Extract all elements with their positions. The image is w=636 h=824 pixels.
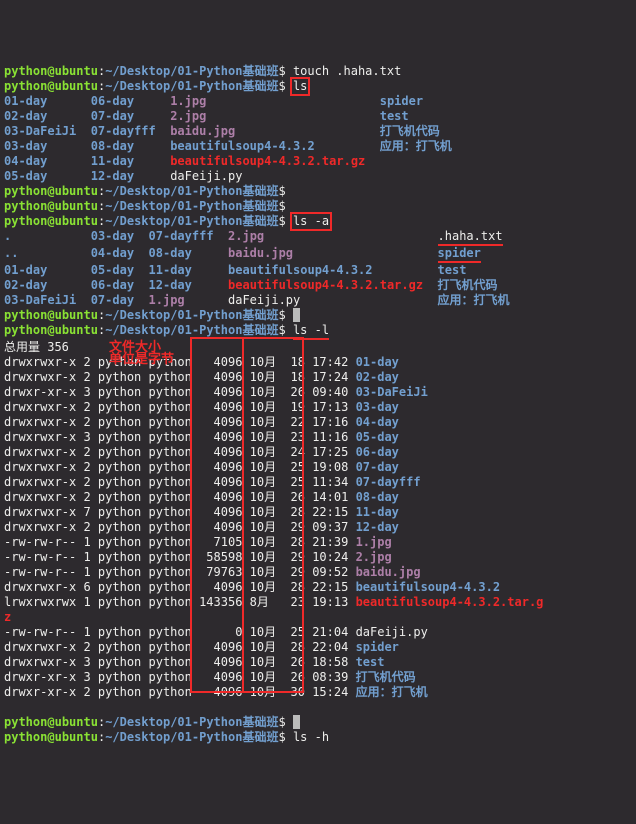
prompt-path: ~/Desktop/01-Python基础班	[105, 64, 278, 78]
list-row: -rw-rw-r-- 1 python python 58598 10月 29 …	[4, 550, 632, 565]
list-row: -rw-rw-r-- 1 python python 0 10月 25 21:0…	[4, 625, 632, 640]
total-line: 总用量 356	[4, 340, 69, 354]
list-row: drwxrwxr-x 2 python python 4096 10月 18 1…	[4, 370, 632, 385]
cmd-touch: touch .haha.txt	[293, 64, 401, 78]
list-row: drwxrwxr-x 6 python python 4096 10月 28 2…	[4, 580, 632, 595]
cmd-ls-h[interactable]: ls -h	[293, 730, 329, 744]
annotation-unit-bytes: 单位是字节	[109, 352, 174, 367]
list-row: drwxrwxr-x 7 python python 4096 10月 28 2…	[4, 505, 632, 520]
list-row: -rw-rw-r-- 1 python python 7105 10月 28 2…	[4, 535, 632, 550]
wrapped-line: z	[4, 610, 632, 625]
prompt-user: python@ubuntu	[4, 64, 98, 78]
list-row: drwxrwxr-x 2 python python 4096 10月 28 2…	[4, 640, 632, 655]
list-row: drwxrwxr-x 2 python python 4096 10月 22 1…	[4, 415, 632, 430]
list-row: -rw-rw-r-- 1 python python 79763 10月 29 …	[4, 565, 632, 580]
list-row: drwxrwxr-x 2 python python 4096 10月 24 1…	[4, 445, 632, 460]
list-row: drwxrwxr-x 3 python python 4096 10月 23 1…	[4, 430, 632, 445]
ls-l-listing: 单位是字节drwxrwxr-x 2 python python 4096 10月…	[4, 355, 632, 700]
list-row: drwxr-xr-x 2 python python 4096 10月 30 1…	[4, 685, 632, 700]
list-row: drwxrwxr-x 3 python python 4096 10月 26 1…	[4, 655, 632, 670]
list-row: drwxr-xr-x 3 python python 4096 10月 26 0…	[4, 670, 632, 685]
cmd-ls-a-highlighted: ls -a	[290, 212, 332, 231]
list-row: drwxrwxr-x 2 python python 4096 10月 18 1…	[4, 355, 632, 370]
terminal-screenshot: { "prompt": { "user": "python", "host": …	[0, 0, 636, 824]
cmd-ls-highlighted: ls	[290, 77, 310, 96]
list-row: drwxr-xr-x 3 python python 4096 10月 26 0…	[4, 385, 632, 400]
list-row: drwxrwxr-x 2 python python 4096 10月 29 0…	[4, 520, 632, 535]
list-row: drwxrwxr-x 2 python python 4096 10月 19 1…	[4, 400, 632, 415]
cursor-icon	[293, 308, 300, 322]
list-row: lrwxrwxrwx 1 python python 143356 8月 23 …	[4, 595, 632, 610]
list-row: drwxrwxr-x 2 python python 4096 10月 25 1…	[4, 460, 632, 475]
list-row: drwxrwxr-x 2 python python 4096 10月 25 1…	[4, 475, 632, 490]
list-row: drwxrwxr-x 2 python python 4096 10月 26 1…	[4, 490, 632, 505]
terminal-output: python@ubuntu:~/Desktop/01-Python基础班$ to…	[4, 64, 632, 745]
haha-txt-highlighted: .haha.txt	[438, 229, 503, 246]
cmd-ls-l-highlighted: ls -l	[293, 323, 329, 340]
